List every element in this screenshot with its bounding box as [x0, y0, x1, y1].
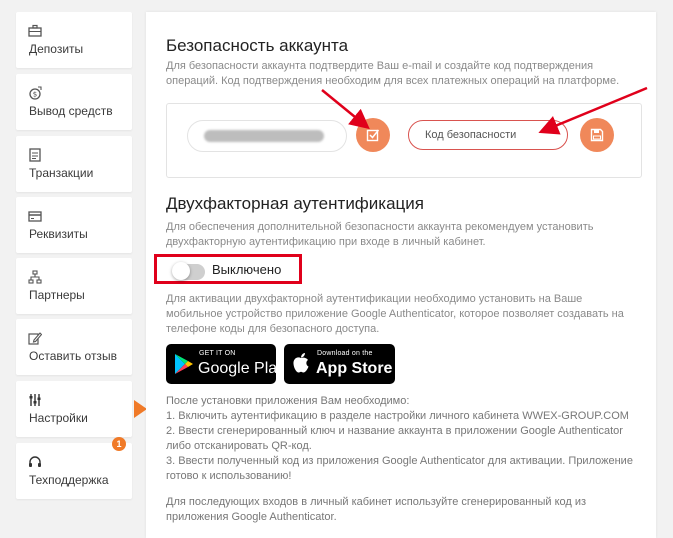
sidebar-item-label: Реквизиты [29, 227, 88, 241]
apple-icon [293, 353, 309, 373]
footer-text: Для последующих входов в личный кабинет … [166, 496, 587, 523]
masked-email [204, 130, 324, 142]
install-instructions: Для активации двухфакторной аутентификац… [166, 293, 624, 335]
toggle-knob [172, 262, 190, 280]
sliders-icon [29, 394, 41, 406]
sidebar: Депозиты $ Вывод средств Транзакции Рекв… [0, 0, 147, 538]
setup-step: 3. Ввести полученный код из приложения G… [166, 455, 633, 482]
google-play-button[interactable]: GET IT ON Google Play [166, 344, 285, 384]
confirm-email-button[interactable] [356, 118, 390, 152]
floppy-disk-icon [590, 128, 604, 142]
google-play-label: Google Play [198, 360, 286, 377]
security-code-box [166, 103, 642, 178]
email-field[interactable] [187, 120, 347, 152]
setup-step: После установки приложения Вам необходим… [166, 395, 410, 407]
google-play-small-text: GET IT ON [199, 350, 236, 357]
sidebar-item-support[interactable]: 1 Техподдержка [16, 437, 132, 499]
app-store-small-text: Download on the [317, 350, 373, 357]
network-icon [28, 270, 42, 284]
app-store-button[interactable]: Download on the App Store [284, 344, 395, 384]
edit-check-icon [366, 129, 380, 142]
two-factor-toggle[interactable] [172, 262, 205, 280]
setup-step: 2. Ввести сгенерированный ключ и названи… [166, 425, 623, 452]
sidebar-item-label: Техподдержка [29, 473, 109, 487]
app-store-label: App Store [316, 360, 393, 377]
sidebar-item-withdraw[interactable]: $ Вывод средств [16, 74, 132, 130]
two-factor-description: Для обеспечения дополнительной безопасно… [166, 221, 594, 248]
security-code-input[interactable] [408, 120, 568, 150]
pencil-icon [28, 332, 42, 345]
setup-step: 1. Включить аутентификацию в разделе нас… [166, 410, 629, 422]
sidebar-item-partners[interactable]: Партнеры [16, 258, 132, 314]
card-icon [28, 211, 42, 222]
headset-icon [29, 456, 41, 467]
two-factor-toggle-highlight: Выключено [154, 254, 302, 284]
setup-steps: После установки приложения Вам необходим… [166, 394, 641, 484]
sidebar-item-label: Депозиты [29, 42, 84, 56]
sidebar-item-deposits[interactable]: Депозиты [16, 12, 132, 68]
sidebar-item-label: Вывод средств [29, 104, 113, 118]
sidebar-item-feedback[interactable]: Оставить отзыв [16, 319, 132, 375]
sidebar-item-label: Транзакции [29, 166, 94, 180]
sidebar-item-requisites[interactable]: Реквизиты [16, 197, 132, 253]
two-factor-title: Двухфакторная аутентификация [166, 194, 424, 213]
security-description: Для безопасности аккаунта подтвердите Ва… [166, 60, 620, 87]
sidebar-item-settings[interactable]: Настройки [16, 381, 147, 437]
notification-badge: 1 [112, 437, 126, 451]
settings-panel: Безопасность аккаунта Для безопасности а… [146, 12, 656, 538]
save-code-button[interactable] [580, 118, 614, 152]
google-play-icon [175, 354, 193, 374]
sidebar-item-label: Оставить отзыв [29, 349, 117, 363]
toggle-status-label: Выключено [212, 262, 282, 277]
briefcase-icon [28, 24, 42, 37]
coin-withdraw-icon: $ [29, 86, 42, 100]
svg-text:$: $ [33, 91, 37, 99]
security-title: Безопасность аккаунта [166, 36, 349, 55]
sidebar-item-label: Партнеры [29, 288, 85, 302]
document-icon [29, 148, 41, 162]
sidebar-item-transactions[interactable]: Транзакции [16, 136, 132, 192]
sidebar-item-label: Настройки [29, 411, 88, 425]
